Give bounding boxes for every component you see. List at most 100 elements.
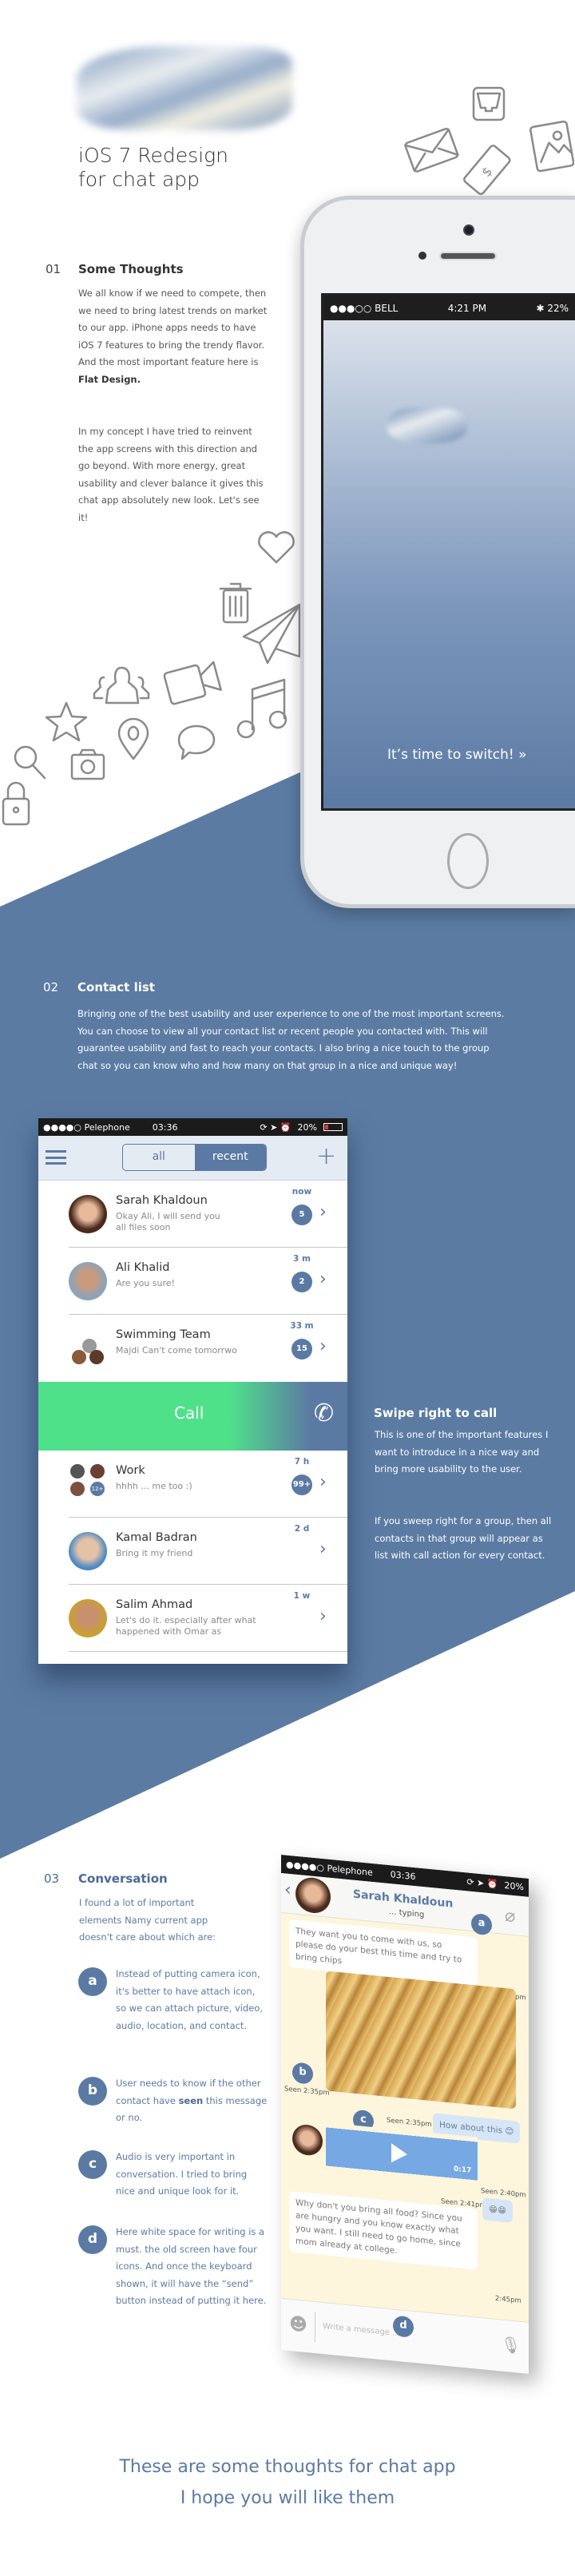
chevron-right-icon: › (319, 1269, 327, 1289)
contact-name: Work (116, 1464, 145, 1477)
last-message: Bring it my friend (116, 1548, 193, 1558)
timestamp: now (291, 1187, 312, 1197)
swipe-call-action[interactable]: Call ✆ (38, 1382, 347, 1451)
star-icon (45, 701, 88, 742)
front-camera (463, 224, 474, 236)
audio-duration: 0:17 (454, 2165, 472, 2175)
timestamp: 3 m (293, 1254, 311, 1264)
timestamp: 1 w (293, 1591, 311, 1601)
item-text: Here white space for writing is a must. … (116, 2226, 267, 2306)
section-number: 02 (43, 980, 59, 994)
closing-line-1: These are some thoughts for chat app (119, 2457, 456, 2477)
attach-icon[interactable]: ⌀ (505, 1906, 515, 1927)
section-heading: Some Thoughts (78, 262, 184, 276)
video-camera-icon (163, 661, 222, 705)
section-paragraph: We all know if we need to compete, then … (78, 288, 268, 385)
battery: ✱ 22% (536, 302, 569, 314)
chevron-right-icon: › (319, 1539, 327, 1559)
contact-row[interactable]: Salim Ahmad Let's do it. especially after… (38, 1585, 347, 1652)
play-icon[interactable] (391, 2143, 407, 2165)
item-text: User needs to know if the other contact … (116, 2078, 268, 2123)
chevron-right-icon: › (319, 1606, 327, 1626)
conversation-screen: ●●●●○ Pelephone 03:36 ⟳ ➤ ⏰ 20% ‹ Sarah Kha… (281, 1855, 529, 2374)
money-icon: $ (463, 145, 511, 196)
group-icon (93, 666, 150, 705)
back-icon[interactable]: ‹ (284, 1879, 291, 1900)
blurred-logo (77, 46, 292, 130)
menu-icon[interactable] (46, 1150, 66, 1165)
carrier: ●●●○○ BELL (330, 302, 399, 314)
contact-name: Swimming Team (116, 1328, 211, 1341)
contact-row[interactable]: Ali Khalid Are you sure! 3 m 2 › (38, 1248, 347, 1315)
section-heading: Contact list (77, 980, 155, 994)
microphone-icon[interactable]: 🎙 (501, 2334, 521, 2355)
contact-list-screen: ●●●●○ Pelephone 03:36 ⟳ ➤ ⏰ 20% all recent +… (38, 1118, 347, 1664)
timestamp: 2:45pm (495, 2294, 521, 2305)
lock-icon (2, 781, 30, 826)
label-b: b (78, 2077, 107, 2106)
camera-icon (70, 748, 105, 780)
label-d: d (78, 2225, 107, 2254)
label-b: b (292, 2062, 313, 2085)
sensor (418, 252, 426, 260)
unread-badge: 5 (291, 1205, 312, 1225)
svg-text:$: $ (478, 164, 495, 180)
contact-row[interactable]: Sarah Khaldoun Okay Ali, I will send you … (38, 1181, 347, 1248)
timestamp: 7 h (294, 1457, 310, 1467)
phone-icon: ✆ (314, 1399, 335, 1427)
last-message: Are you sure! (116, 1278, 175, 1288)
outgoing-message: 😁😁 (482, 2197, 513, 2223)
contact-name: Ali Khalid (116, 1261, 170, 1274)
contact-name: Kamal Badran (116, 1531, 197, 1544)
item-text: Instead of putting camera icon, it's bet… (116, 1968, 264, 2031)
last-message: Let's do it. especially after what happe… (116, 1615, 256, 1637)
section-heading: Conversation (78, 1871, 168, 1886)
swipe-paragraph: This is one of the important features I … (375, 1429, 549, 1475)
tab-recent[interactable]: recent (194, 1145, 266, 1170)
clock: 4:21 PM (447, 302, 487, 314)
location-pin-icon (117, 717, 149, 760)
home-button (447, 833, 489, 889)
status-bar: ●●●●○ Pelephone 03:36 ⟳ ➤ ⏰ 20% (38, 1118, 347, 1136)
photo-message[interactable] (326, 1971, 516, 2110)
section-paragraph: In my concept I have tried to reinvent t… (78, 426, 264, 523)
contact-row[interactable]: Kamal Badran Bring it my friend 2 d › (38, 1518, 347, 1585)
call-label: Call (174, 1403, 204, 1423)
chevron-right-icon: › (319, 1202, 327, 1222)
switch-link[interactable]: It’s time to switch! » (387, 747, 527, 763)
contact-avatar[interactable] (295, 1875, 331, 1915)
last-message: Majdi Can't come tomorrwo (116, 1345, 237, 1355)
emoji-icon[interactable]: ☻ (289, 2314, 307, 2336)
section-paragraph: Bringing one of the best usability and u… (77, 1008, 505, 1071)
music-note-icon (236, 678, 288, 739)
last-message: hhhh ... me too :) (116, 1481, 192, 1491)
chevron-right-icon: › (319, 1472, 327, 1492)
message-input[interactable]: Write a message ... (323, 2322, 400, 2338)
typing-status: ... typing (389, 1907, 425, 1920)
closing-line-2: I hope you will like them (180, 2488, 395, 2508)
unread-badge: 15 (291, 1339, 312, 1359)
avatar (69, 1262, 107, 1300)
heart-icon (258, 531, 295, 564)
envelope-icon (404, 128, 459, 173)
seen-status: Seen 2:35pm (284, 2085, 330, 2098)
contact-row[interactable]: Swimming Team Majdi Can't come tomorrwo 33… (38, 1315, 347, 1382)
image-icon (529, 120, 574, 173)
splash-screen: ●●●○○ BELL 4:21 PM ✱ 22% It’s time to swit… (321, 293, 575, 811)
segmented-control: all recent (122, 1144, 267, 1171)
swipe-paragraph: If you sweep right for a group, then all… (375, 1515, 552, 1561)
label-c: c (78, 2150, 107, 2179)
add-icon[interactable]: + (316, 1142, 336, 1170)
contact-row[interactable]: 12+ Work hhhh ... me too :) 7 h 99+ › (38, 1451, 347, 1518)
avatar (69, 1599, 107, 1637)
tab-all[interactable]: all (123, 1145, 195, 1170)
section-number: 01 (46, 262, 61, 276)
swipe-heading: Swipe right to call (374, 1406, 498, 1420)
chevron-right-icon: › (319, 1336, 327, 1356)
avatar (69, 1195, 107, 1233)
contact-name: Sarah Khaldoun (116, 1194, 208, 1207)
unread-badge: 99+ (291, 1475, 312, 1495)
sender-avatar (292, 2123, 323, 2157)
unread-badge: 2 (291, 1272, 312, 1292)
app-logo (387, 407, 467, 443)
